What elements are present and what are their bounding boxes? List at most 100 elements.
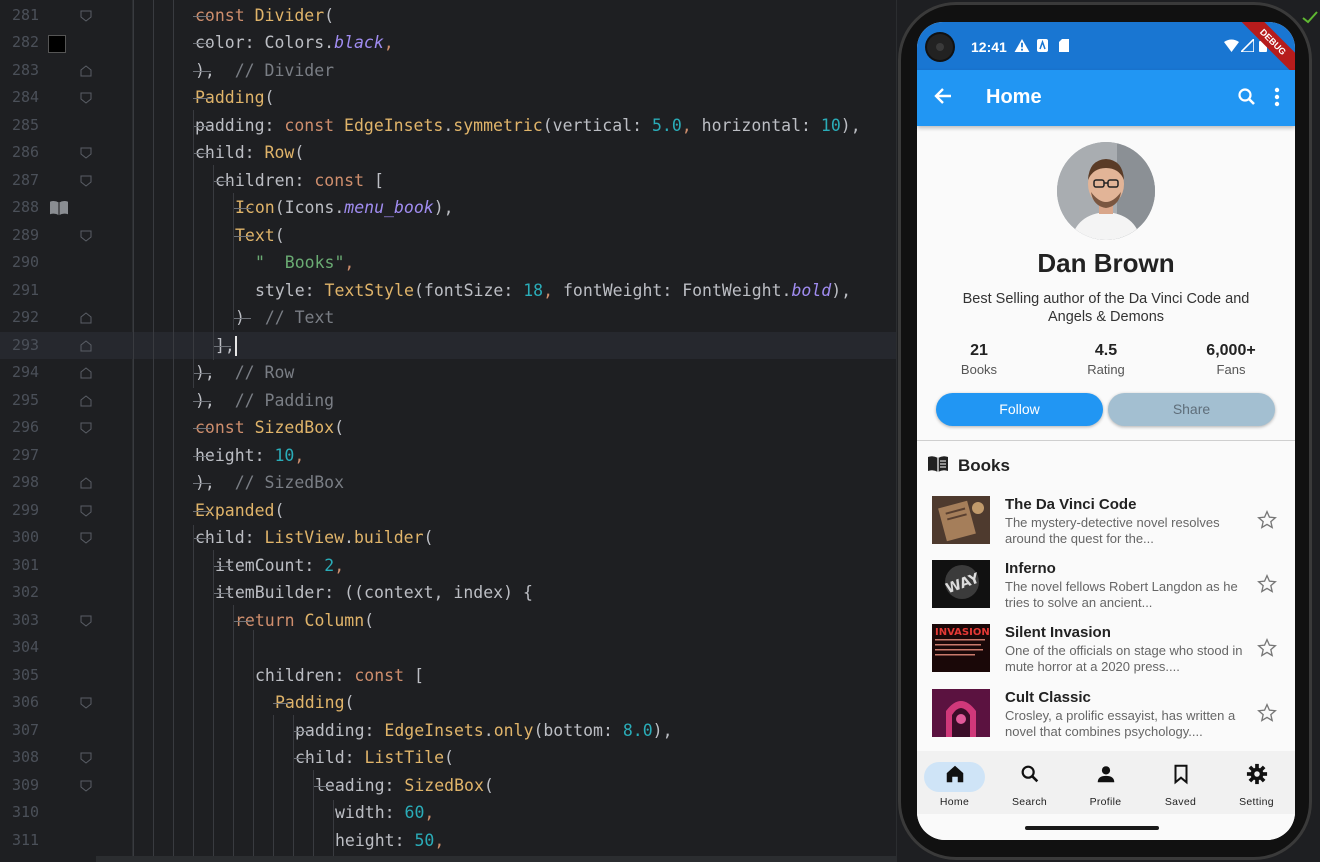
back-arrow-icon[interactable] [934, 87, 952, 105]
book-title: Cult Classic [1005, 689, 1091, 706]
code-line[interactable]: 282 color: Colors.black, [0, 29, 896, 57]
code-line[interactable]: 298), // SizedBox [0, 469, 896, 497]
stat-label: Rating [1087, 362, 1125, 377]
nav-item-search[interactable]: Search [992, 751, 1067, 814]
nav-label: Home [939, 796, 970, 808]
line-number: 287 [12, 170, 40, 189]
line-number: 283 [12, 60, 40, 79]
nav-item-saved[interactable]: Saved [1143, 751, 1218, 814]
indent-connector [213, 345, 231, 347]
fold-marker-icon[interactable] [80, 505, 92, 517]
code-line[interactable]: 304 [0, 634, 896, 662]
fold-marker-icon[interactable] [80, 147, 92, 159]
code-line[interactable]: 293], [0, 331, 896, 359]
horizontal-scrollbar[interactable] [96, 856, 896, 862]
home-icon [946, 765, 963, 783]
code-line[interactable]: 301 itemCount: 2, [0, 552, 896, 580]
book-description: The mystery-detective novel resolves aro… [1005, 515, 1220, 546]
fold-marker-icon[interactable] [80, 312, 92, 324]
code-text: color: Colors.black, [195, 33, 394, 52]
code-line[interactable]: 291 style: TextStyle(fontSize: 18, fontWe… [0, 277, 896, 305]
fold-marker-icon[interactable] [80, 230, 92, 242]
code-line[interactable]: 307 padding: EdgeInsets.only(bottom: 8.0)… [0, 717, 896, 745]
bookmark-icon [1173, 764, 1188, 785]
fold-marker-icon[interactable] [80, 422, 92, 434]
code-line[interactable]: 285 padding: const EdgeInsets.symmetric(v… [0, 112, 896, 140]
line-number: 297 [12, 445, 40, 464]
color-swatch-icon[interactable] [48, 35, 66, 53]
nav-item-profile[interactable]: Profile [1068, 751, 1143, 814]
fold-marker-icon[interactable] [80, 394, 92, 407]
code-line[interactable]: 284 Padding( [0, 84, 896, 112]
code-line[interactable]: 302 itemBuilder: ((context, index) { [0, 579, 896, 607]
editor-panel-divider[interactable] [896, 0, 897, 862]
indent-connector [273, 703, 291, 704]
fold-marker-icon[interactable] [80, 10, 92, 22]
code-line[interactable]: 295), // Padding [0, 387, 896, 415]
code-line[interactable]: 289 Text( [0, 222, 896, 250]
line-number: 290 [12, 253, 40, 271]
code-text: width: 60, [335, 803, 435, 822]
code-text: const SizedBox( [195, 418, 345, 437]
search-icon[interactable] [1237, 87, 1257, 107]
indent-guide [233, 605, 234, 862]
fold-marker-icon[interactable] [80, 477, 92, 489]
fold-marker-icon[interactable] [80, 615, 92, 627]
list-item[interactable]: The Da Vinci Code The mystery-detective … [917, 496, 1295, 560]
indent-guide [333, 800, 334, 862]
code-line[interactable]: 305 children: const [ [0, 662, 896, 690]
fold-marker-icon[interactable] [80, 175, 92, 187]
fold-marker-icon[interactable] [80, 339, 92, 352]
code-line[interactable]: 281 const Divider( [0, 2, 896, 30]
code-line[interactable]: 310 width: 60, [0, 799, 896, 827]
follow-button[interactable]: Follow [936, 393, 1103, 426]
code-line[interactable]: 309 leading: SizedBox( [0, 772, 896, 800]
star-outline-icon[interactable] [1257, 510, 1277, 530]
code-line[interactable]: 287 children: const [ [0, 167, 896, 195]
code-text: child: ListView.builder( [195, 528, 434, 547]
indent-connector [193, 43, 211, 44]
share-button[interactable]: Share [1108, 393, 1275, 426]
code-text: ), // SizedBox [195, 473, 345, 492]
fold-marker-icon[interactable] [80, 367, 92, 379]
fold-marker-icon[interactable] [80, 532, 92, 544]
code-text: children: const [ [255, 665, 424, 685]
code-line[interactable]: 300 child: ListView.builder( [0, 524, 896, 552]
indent-connector [193, 483, 211, 484]
code-line[interactable]: 292) // Text [0, 304, 896, 332]
star-outline-icon[interactable] [1257, 703, 1277, 723]
wifi-icon [1224, 39, 1239, 52]
code-line[interactable]: 294), // Row [0, 359, 896, 387]
code-line[interactable]: 297 height: 10, [0, 442, 896, 470]
fold-marker-icon[interactable] [80, 697, 92, 709]
home-indicator[interactable] [1025, 826, 1159, 830]
code-line[interactable]: 311 height: 50, [0, 827, 896, 855]
code-line[interactable]: 286 child: Row( [0, 139, 896, 167]
fold-marker-icon[interactable] [80, 92, 92, 104]
line-number: 284 [12, 88, 40, 106]
fold-marker-icon[interactable] [80, 752, 92, 764]
list-item[interactable]: INVASION Silent Invasion One of the offi… [917, 624, 1295, 688]
list-item[interactable]: Cult Classic Crosley, a prolific essayis… [917, 689, 1295, 753]
more-vert-icon[interactable] [1274, 87, 1280, 107]
nav-item-home[interactable]: Home [917, 751, 992, 814]
indent-guide [133, 0, 134, 862]
code-line[interactable]: 306 Padding( [0, 689, 896, 717]
fold-marker-icon[interactable] [80, 780, 92, 792]
code-editor[interactable]: 281 const Divider(282 color: Colors.black,… [0, 0, 896, 862]
code-line[interactable]: 303 return Column( [0, 607, 896, 635]
book-description: Crosley, a prolific essayist, has writte… [1005, 708, 1236, 739]
star-outline-icon[interactable] [1257, 574, 1277, 594]
star-outline-icon[interactable] [1257, 638, 1277, 658]
code-line[interactable]: 308 child: ListTile( [0, 744, 896, 772]
list-item[interactable]: WAY Inferno The novel fellows Robert Lan… [917, 560, 1295, 624]
code-line[interactable]: 290 " Books", [0, 249, 896, 277]
code-line[interactable]: 288 Icon(Icons.menu_book), [0, 194, 896, 222]
status-clock: 12:41 [971, 39, 1007, 55]
code-line[interactable]: 296 const SizedBox( [0, 414, 896, 442]
stat-label: Books [960, 362, 998, 377]
code-line[interactable]: 283), // Divider [0, 57, 896, 85]
code-line[interactable]: 299 Expanded( [0, 497, 896, 525]
nav-item-setting[interactable]: Setting [1219, 751, 1294, 814]
fold-marker-icon[interactable] [80, 64, 92, 77]
